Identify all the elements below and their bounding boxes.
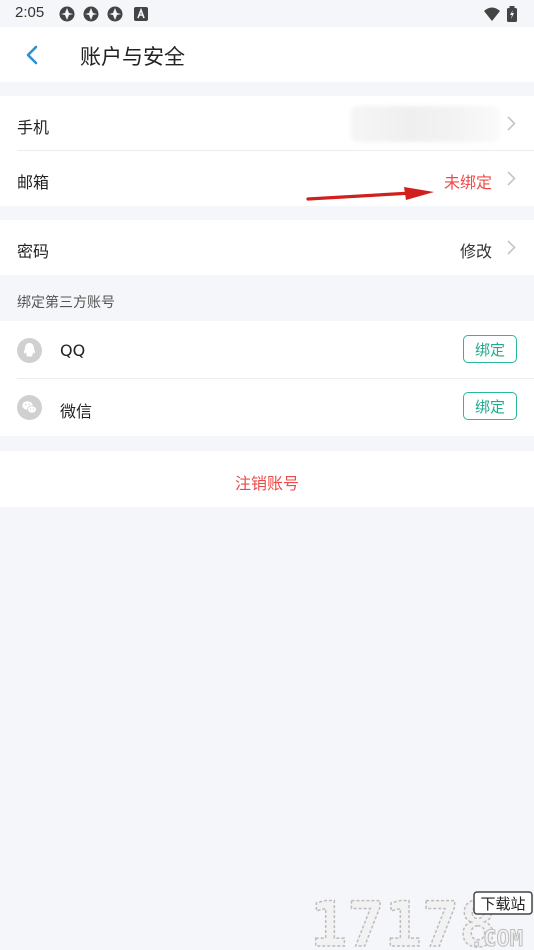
delete-account-button[interactable]: 注销账号 (0, 451, 534, 507)
password-label: 密码 (17, 242, 50, 261)
back-icon[interactable] (20, 41, 46, 69)
app-notification-icon (134, 7, 148, 21)
chevron-right-icon (507, 171, 516, 186)
phone-label: 手机 (17, 118, 50, 137)
wechat-icon (17, 395, 42, 420)
password-group: 密码 修改 (0, 220, 534, 275)
wechat-label: 微信 (60, 402, 93, 421)
qq-icon (17, 338, 42, 363)
phone-value-blurred (350, 106, 500, 142)
bind-wechat-button[interactable]: 绑定 (463, 392, 517, 420)
email-row[interactable]: 邮箱 未绑定 (0, 151, 534, 206)
delete-account-label: 注销账号 (234, 474, 299, 493)
chevron-right-icon (507, 240, 516, 255)
third-party-section-title: 绑定第三方账号 (17, 295, 115, 311)
wifi-icon (484, 7, 500, 21)
watermark-number: 17178 (310, 888, 497, 950)
notification-icon (83, 6, 99, 22)
notification-icon (107, 6, 123, 22)
notification-icon (59, 6, 75, 22)
app-header: 账户与安全 (0, 27, 534, 82)
watermark-badge: 下载站 (480, 895, 525, 913)
watermark-suffix: .COM (470, 927, 523, 950)
account-group: 手机 邮箱 未绑定 (0, 96, 534, 206)
password-action: 修改 (459, 242, 492, 261)
password-row[interactable]: 密码 修改 (0, 220, 534, 275)
qq-label: QQ (60, 341, 86, 360)
status-bar: 2:05 (0, 0, 534, 27)
bind-qq-button[interactable]: 绑定 (463, 335, 517, 363)
chevron-right-icon (507, 116, 516, 131)
battery-icon (507, 6, 517, 22)
page-title: 账户与安全 (80, 45, 185, 69)
email-label: 邮箱 (17, 173, 50, 192)
status-time: 2:05 (15, 4, 45, 21)
watermark-logo: 17178 下载站 .COM (310, 888, 533, 950)
phone-row[interactable]: 手机 (0, 96, 534, 151)
annotation-arrow (306, 187, 434, 201)
third-party-group: QQ 绑定 微信 绑定 (0, 321, 534, 436)
qq-row: QQ 绑定 (0, 322, 534, 379)
email-status: 未绑定 (443, 173, 492, 192)
wechat-row: 微信 绑定 (0, 379, 534, 436)
